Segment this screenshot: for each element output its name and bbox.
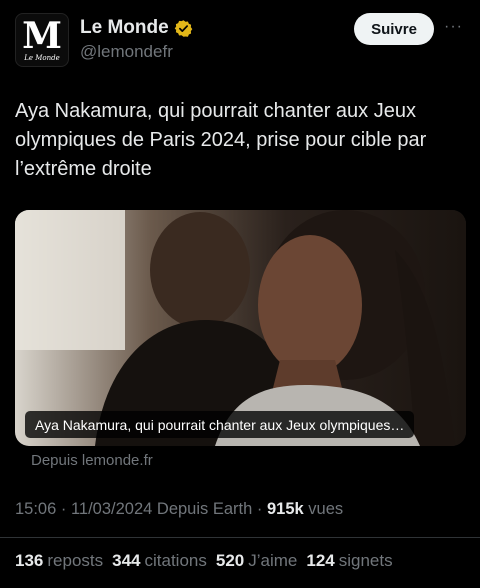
views-count: 915k xyxy=(266,500,304,518)
verified-badge-icon xyxy=(174,19,192,37)
logo-letter: M xyxy=(22,14,62,57)
stat-label: citations xyxy=(144,551,207,570)
meta-separator: · xyxy=(56,500,71,518)
follow-button[interactable]: Suivre xyxy=(354,13,434,45)
stat-reposts[interactable]: 136 reposts xyxy=(15,551,103,571)
stat-number: 136 xyxy=(15,551,44,570)
stat-number: 124 xyxy=(306,551,335,570)
link-card[interactable]: Aya Nakamura, qui pourrait chanter aux J… xyxy=(15,210,466,446)
tweet-client: Depuis Earth xyxy=(152,500,253,518)
account-name[interactable]: Le Monde xyxy=(80,17,169,39)
views-label: vues xyxy=(303,500,344,518)
card-caption: Aya Nakamura, qui pourrait chanter aux J… xyxy=(25,411,415,438)
stat-quotes[interactable]: 344 citations xyxy=(112,551,207,571)
stat-label: reposts xyxy=(47,551,104,570)
more-options-icon[interactable]: ··· xyxy=(444,18,463,36)
stat-bookmarks[interactable]: 124 signets xyxy=(306,551,392,571)
account-avatar[interactable]: M Le Monde xyxy=(15,13,69,67)
divider xyxy=(0,537,480,538)
stat-number: 520 xyxy=(215,551,245,570)
account-name-row: Le Monde xyxy=(80,17,193,39)
stat-label: J’aime xyxy=(248,551,298,570)
tweet-text: Aya Nakamura, qui pourrait chanter aux J… xyxy=(15,100,427,180)
stat-likes[interactable]: 520 J’aime xyxy=(216,551,298,571)
account-handle[interactable]: @lemondefr xyxy=(80,42,173,62)
tweet-date[interactable]: 11/03/2024 xyxy=(71,500,152,518)
engagement-stats: 136 reposts 344 citations 520 J’aime 124 sig… xyxy=(15,551,393,571)
tweet-meta: 15:06 · 11/03/2024 Depuis Earth · 915k v… xyxy=(15,500,343,519)
logo-subtitle: Le Monde xyxy=(24,53,60,62)
meta-separator: · xyxy=(252,500,267,518)
stat-number: 344 xyxy=(112,551,141,570)
tweet-time[interactable]: 15:06 xyxy=(15,500,56,518)
stat-label: signets xyxy=(338,551,393,570)
card-source[interactable]: Depuis lemonde.fr xyxy=(31,452,153,469)
